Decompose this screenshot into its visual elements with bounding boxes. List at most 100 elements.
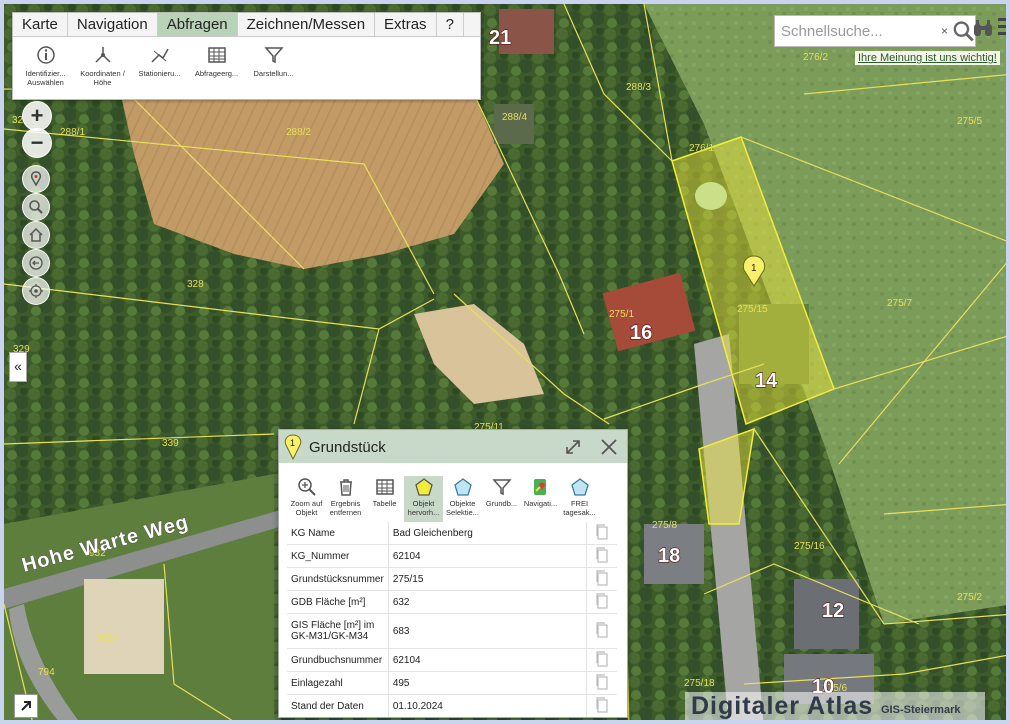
table-row: Grundstücksnummer 275/15 xyxy=(287,567,617,591)
locate-pin-button[interactable] xyxy=(22,165,50,193)
query-results-button[interactable]: Abfrageerg... xyxy=(188,45,245,87)
parcel-label: 276/1 xyxy=(689,143,714,154)
table-row: KG_Nummer 62104 xyxy=(287,544,617,568)
copy-icon[interactable] xyxy=(595,592,609,609)
attribute-value: 62104 xyxy=(387,544,587,568)
svg-text:1: 1 xyxy=(751,263,757,274)
parcel-label: 288/2 xyxy=(286,127,311,138)
atlas-subtitle: GIS-Steiermark xyxy=(881,704,961,716)
map-pin-icon xyxy=(30,171,42,187)
back-button[interactable] xyxy=(22,249,50,277)
tab-zeichnen-messen[interactable]: Zeichnen/Messen xyxy=(238,13,376,36)
copy-icon[interactable] xyxy=(595,569,609,586)
popup-toolbar: Zoom auf Objekt Ergebnis entfernen Tabel… xyxy=(279,463,627,522)
hamburger-menu-icon[interactable] xyxy=(998,18,1006,39)
parcel-label: 275/7 xyxy=(887,298,912,309)
copy-icon[interactable] xyxy=(595,673,609,690)
parcel-label: 288/4 xyxy=(502,112,527,123)
tab-navigation[interactable]: Navigation xyxy=(68,13,158,36)
coordinates-height-button[interactable]: Koordinaten / Höhe xyxy=(74,45,131,87)
parcel-label: 276/2 xyxy=(803,52,828,63)
feature-info-popup: 1 Grundstück Zoom auf Objekt Ergebnis en… xyxy=(278,429,628,718)
attribute-value: 01.10.2024 xyxy=(387,694,587,717)
free-daily-button[interactable]: FREI tagesak... xyxy=(560,476,599,522)
search-input[interactable] xyxy=(779,21,941,41)
table-row: Grundbuchsnummer 62104 xyxy=(287,648,617,672)
tab-help[interactable]: ? xyxy=(437,13,464,36)
stationing-button[interactable]: Stationieru... xyxy=(131,45,188,87)
tool-label: Darstellun... xyxy=(253,69,294,78)
popup-tool-label: Ergebnis entfernen xyxy=(329,499,362,517)
attribute-key: KG_Nummer xyxy=(287,544,389,568)
parcel-label: 275/1 xyxy=(609,309,634,320)
maximize-icon[interactable] xyxy=(564,438,582,456)
trash-icon xyxy=(339,479,352,496)
zoom-to-object-icon xyxy=(297,478,316,496)
navigation-button[interactable]: Navigati... xyxy=(521,476,560,522)
copy-icon[interactable] xyxy=(595,621,609,638)
attribute-key: Stand der Daten xyxy=(287,694,389,717)
free-daily-icon xyxy=(570,478,589,496)
expand-overview-button[interactable] xyxy=(14,694,38,718)
atlas-title: Digitaler Atlas xyxy=(691,692,874,720)
collapse-panel-button[interactable]: « xyxy=(9,352,27,382)
info-icon xyxy=(36,46,55,64)
popup-header: 1 Grundstück xyxy=(279,430,627,463)
popup-tool-label: Tabelle xyxy=(372,499,397,508)
highlight-object-button[interactable]: Objekt hervorh... xyxy=(404,476,443,522)
zoom-out-button[interactable]: − xyxy=(22,128,52,158)
tab-abfragen[interactable]: Abfragen xyxy=(157,13,238,36)
house-number: 21 xyxy=(489,27,511,49)
popup-tool-label: Zoom auf Objekt xyxy=(290,499,323,517)
gps-location-button[interactable] xyxy=(22,277,50,305)
highlight-object-icon xyxy=(414,478,433,496)
tool-label: Stationieru... xyxy=(138,69,181,78)
zoom-to-object-button[interactable]: Zoom auf Objekt xyxy=(287,476,326,522)
coordinates-icon xyxy=(94,47,111,63)
copy-icon[interactable] xyxy=(595,546,609,563)
clear-search-button[interactable]: × xyxy=(941,24,950,38)
table-button[interactable]: Tabelle xyxy=(365,476,404,522)
binoculars-icon[interactable] xyxy=(972,18,994,40)
popup-tool-label: Grundb... xyxy=(485,499,518,508)
home-button[interactable] xyxy=(22,221,50,249)
display-button[interactable]: Darstellun... xyxy=(245,45,302,87)
svg-text:1: 1 xyxy=(290,438,295,448)
zoom-box-button[interactable] xyxy=(22,193,50,221)
parcel-label: 275/18 xyxy=(684,678,715,689)
filter-icon xyxy=(491,479,512,496)
close-icon[interactable] xyxy=(600,438,618,456)
map-viewport[interactable]: 288/3 288/4 288/1 288/2 276/1 276/2 275/… xyxy=(0,0,1010,724)
magnifier-icon xyxy=(29,200,43,214)
tab-karte[interactable]: Karte xyxy=(13,13,68,36)
house-number: 18 xyxy=(658,545,680,567)
table-row: GDB Fläche [m²] 632 xyxy=(287,590,617,614)
copy-icon[interactable] xyxy=(595,523,609,540)
house-number: 16 xyxy=(630,322,652,344)
search-box: × xyxy=(774,15,976,47)
navigation-icon xyxy=(533,479,546,495)
parcel-label: 794 xyxy=(38,667,55,678)
copy-icon[interactable] xyxy=(595,650,609,667)
marker-pin-icon: 1 xyxy=(284,434,302,460)
zoom-in-button[interactable]: + xyxy=(22,101,52,131)
remove-result-button[interactable]: Ergebnis entfernen xyxy=(326,476,365,522)
popup-tool-label: FREI tagesak... xyxy=(563,499,596,517)
zoom-in-label: + xyxy=(30,103,44,128)
table-icon xyxy=(207,47,226,63)
select-objects-button[interactable]: Objekte Selektie... xyxy=(443,476,482,522)
table-row: Stand der Daten 01.10.2024 xyxy=(287,694,617,717)
attribute-value: 495 xyxy=(387,671,587,695)
land-register-filter-button[interactable]: Grundb... xyxy=(482,476,521,522)
identify-select-button[interactable]: Identifizier... Auswählen xyxy=(17,45,74,87)
copy-icon[interactable] xyxy=(595,696,609,713)
parcel-label: 288/1 xyxy=(60,127,85,138)
menu-toolbar: Identifizier... Auswählen Koordinaten / … xyxy=(13,37,480,87)
attribute-key: GIS Fläche [m²] im GK-M31/GK-M34 xyxy=(287,613,389,649)
parcel-label: 275/5 xyxy=(957,116,982,127)
filter-icon xyxy=(263,47,284,64)
attribute-key: Grundstücksnummer xyxy=(287,567,389,591)
table-row: Einlagezahl 495 xyxy=(287,671,617,695)
tab-extras[interactable]: Extras xyxy=(375,13,437,36)
feedback-link[interactable]: Ihre Meinung ist uns wichtig! xyxy=(855,51,1000,65)
